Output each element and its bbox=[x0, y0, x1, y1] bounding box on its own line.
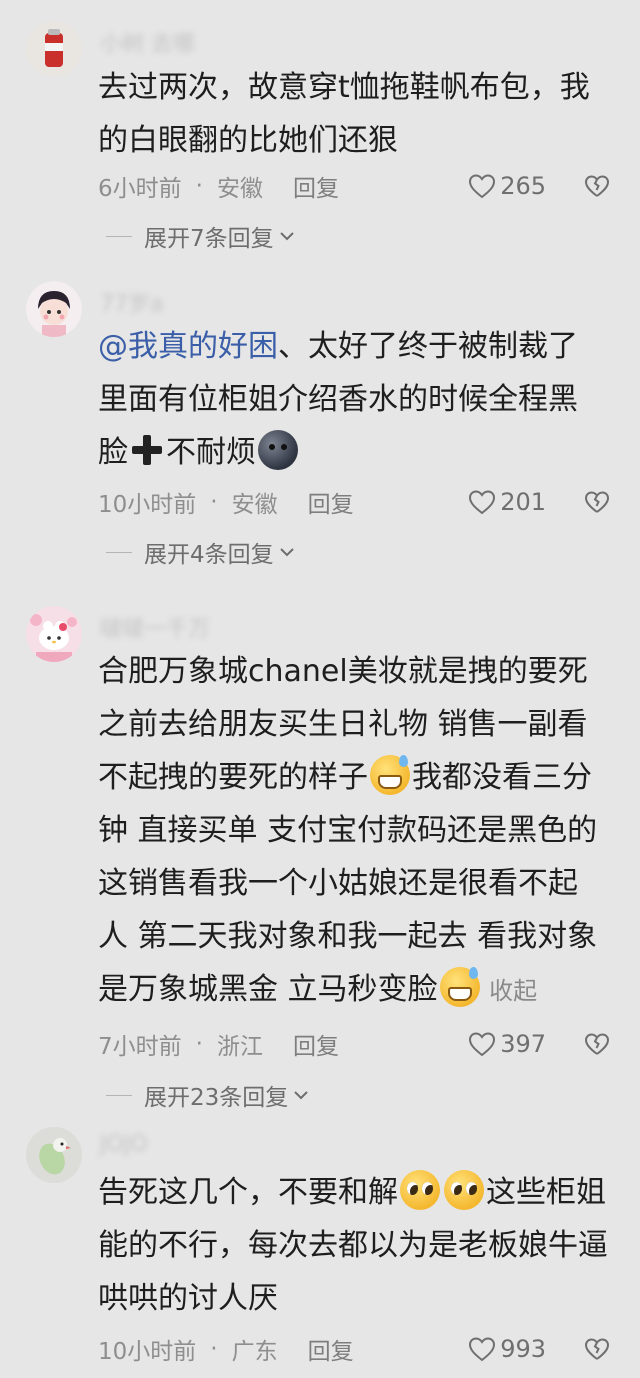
meta-separator: · bbox=[210, 489, 218, 515]
comment-text-segment: 去过两次，故意穿t恤拖鞋帆布包，我 的白眼翻的比她们还狠 bbox=[98, 70, 590, 158]
comment-text-segment: 告死这几个，不要和解 bbox=[98, 1175, 398, 1210]
comment-text: 去过两次，故意穿t恤拖鞋帆布包，我 的白眼翻的比她们还狠 bbox=[98, 61, 618, 167]
dislike-button[interactable] bbox=[584, 1027, 612, 1061]
meta-separator: · bbox=[195, 1031, 203, 1057]
expand-line bbox=[106, 551, 132, 553]
broken-heart-icon bbox=[584, 491, 610, 513]
comment-location: 安徽 bbox=[231, 492, 278, 518]
like-count: 397 bbox=[500, 1030, 546, 1058]
username[interactable]: JOJO bbox=[100, 1132, 148, 1160]
expand-replies-button[interactable]: 展开7条回复 bbox=[106, 219, 296, 253]
like-button[interactable]: 397 bbox=[468, 1027, 546, 1061]
reply-button[interactable]: 回复 bbox=[308, 1332, 354, 1366]
avatar[interactable] bbox=[26, 21, 82, 77]
chevron-down-icon bbox=[294, 1091, 308, 1100]
comment-text: 告死这几个，不要和解 这些柜姐 能的不行，每次去都以为是老板娘牛逼 哄哄的讨人厌 bbox=[98, 1166, 618, 1325]
grin-sweat-emoji bbox=[370, 755, 410, 795]
like-button[interactable]: 265 bbox=[468, 169, 546, 203]
comment-location: 安徽 bbox=[216, 176, 263, 202]
broken-heart-icon bbox=[584, 1033, 610, 1055]
comment-time: 7小时前 bbox=[98, 1034, 182, 1060]
mention-link[interactable]: @我真的好困 bbox=[98, 329, 278, 364]
comment-text-segment: 我都没看三分 钟 直接买单 支付宝付款码还是黑色的 这销售看我一个小姑娘还是很看… bbox=[98, 760, 598, 1007]
heavy-plus-icon bbox=[130, 433, 164, 467]
comment-text-segment: 不耐烦 bbox=[166, 435, 256, 470]
pleading-face-emoji bbox=[444, 1170, 484, 1210]
username[interactable]: 啵啵一千万 bbox=[100, 611, 210, 642]
comment-text: @我真的好困、太好了终于被制裁了 里面有位柜姐介绍香水的时候全程黑 脸不耐烦 bbox=[98, 320, 618, 479]
expand-replies-button[interactable]: 展开23条回复 bbox=[106, 1078, 310, 1112]
like-count: 265 bbox=[500, 172, 546, 200]
dislike-button[interactable] bbox=[584, 1332, 612, 1366]
reply-button[interactable]: 回复 bbox=[293, 1027, 339, 1061]
dark-face-emoji bbox=[258, 430, 298, 470]
avatar[interactable] bbox=[26, 606, 82, 662]
expand-label: 展开7条回复 bbox=[144, 226, 274, 252]
broken-heart-icon bbox=[584, 175, 610, 197]
grin-sweat-emoji bbox=[439, 967, 480, 1007]
meta-separator: · bbox=[210, 1336, 218, 1362]
comment-meta: 10小时前 · 广东 回复 bbox=[98, 1332, 354, 1366]
comment-time: 6小时前 bbox=[98, 176, 182, 202]
chevron-down-icon bbox=[279, 232, 294, 241]
comment-meta: 6小时前 · 安徽 回复 bbox=[98, 169, 339, 203]
collapse-button[interactable]: 收起 bbox=[482, 977, 537, 1005]
chevron-down-icon bbox=[279, 548, 294, 557]
heart-icon bbox=[469, 1032, 496, 1057]
comment-time: 10小时前 bbox=[98, 1339, 197, 1365]
heart-icon bbox=[469, 174, 496, 199]
like-count: 993 bbox=[500, 1335, 546, 1363]
heart-icon bbox=[469, 490, 496, 515]
pleading-face-emoji bbox=[400, 1170, 440, 1210]
dislike-button[interactable] bbox=[584, 485, 612, 519]
comment-location: 浙江 bbox=[216, 1034, 263, 1060]
comment-meta: 7小时前 · 浙江 回复 bbox=[98, 1027, 339, 1061]
comment-time: 10小时前 bbox=[98, 492, 197, 518]
reply-button[interactable]: 回复 bbox=[293, 169, 339, 203]
heart-icon bbox=[469, 1337, 496, 1362]
expand-line bbox=[106, 1094, 132, 1096]
expand-replies-button[interactable]: 展开4条回复 bbox=[106, 535, 296, 569]
username[interactable]: 77岁a bbox=[100, 286, 163, 317]
comment-meta: 10小时前 · 安徽 回复 bbox=[98, 485, 354, 519]
comment-text: 合肥万象城chanel美妆就是拽的要死 之前去给朋友买生日礼物 销售一副看 不起… bbox=[98, 645, 618, 1018]
like-button[interactable]: 993 bbox=[468, 1332, 546, 1366]
expand-label: 展开4条回复 bbox=[144, 542, 274, 568]
like-count: 201 bbox=[500, 488, 546, 516]
avatar[interactable] bbox=[26, 281, 82, 337]
username[interactable]: 小树 去哪 bbox=[100, 26, 195, 57]
meta-separator: · bbox=[195, 173, 203, 199]
expand-label: 展开23条回复 bbox=[144, 1085, 289, 1111]
reply-button[interactable]: 回复 bbox=[308, 485, 354, 519]
dislike-button[interactable] bbox=[584, 169, 612, 203]
avatar[interactable] bbox=[26, 1127, 82, 1183]
comment-location: 广东 bbox=[231, 1339, 278, 1365]
broken-heart-icon bbox=[584, 1338, 610, 1360]
like-button[interactable]: 201 bbox=[468, 485, 546, 519]
expand-line bbox=[106, 235, 132, 237]
